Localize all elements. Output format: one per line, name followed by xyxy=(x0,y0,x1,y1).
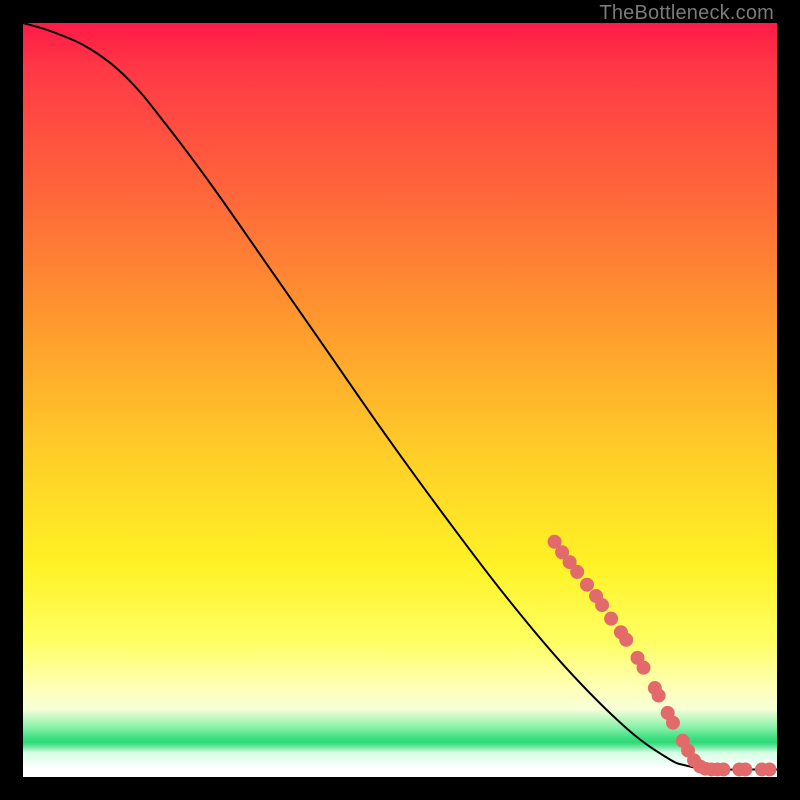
marker-dot xyxy=(738,762,752,776)
marker-dot xyxy=(652,689,666,703)
marker-dot xyxy=(580,578,594,592)
marker-group xyxy=(548,535,777,777)
chart-svg xyxy=(23,23,777,777)
curve-line xyxy=(23,23,777,770)
marker-dot xyxy=(716,762,730,776)
chart-frame: TheBottleneck.com xyxy=(0,0,800,800)
marker-dot xyxy=(619,633,633,647)
marker-dot xyxy=(762,762,776,776)
marker-dot xyxy=(595,598,609,612)
plot-area xyxy=(23,23,777,777)
marker-dot xyxy=(570,565,584,579)
watermark-text: TheBottleneck.com xyxy=(599,2,774,25)
marker-dot xyxy=(666,716,680,730)
marker-dot xyxy=(637,661,651,675)
marker-dot xyxy=(604,612,618,626)
